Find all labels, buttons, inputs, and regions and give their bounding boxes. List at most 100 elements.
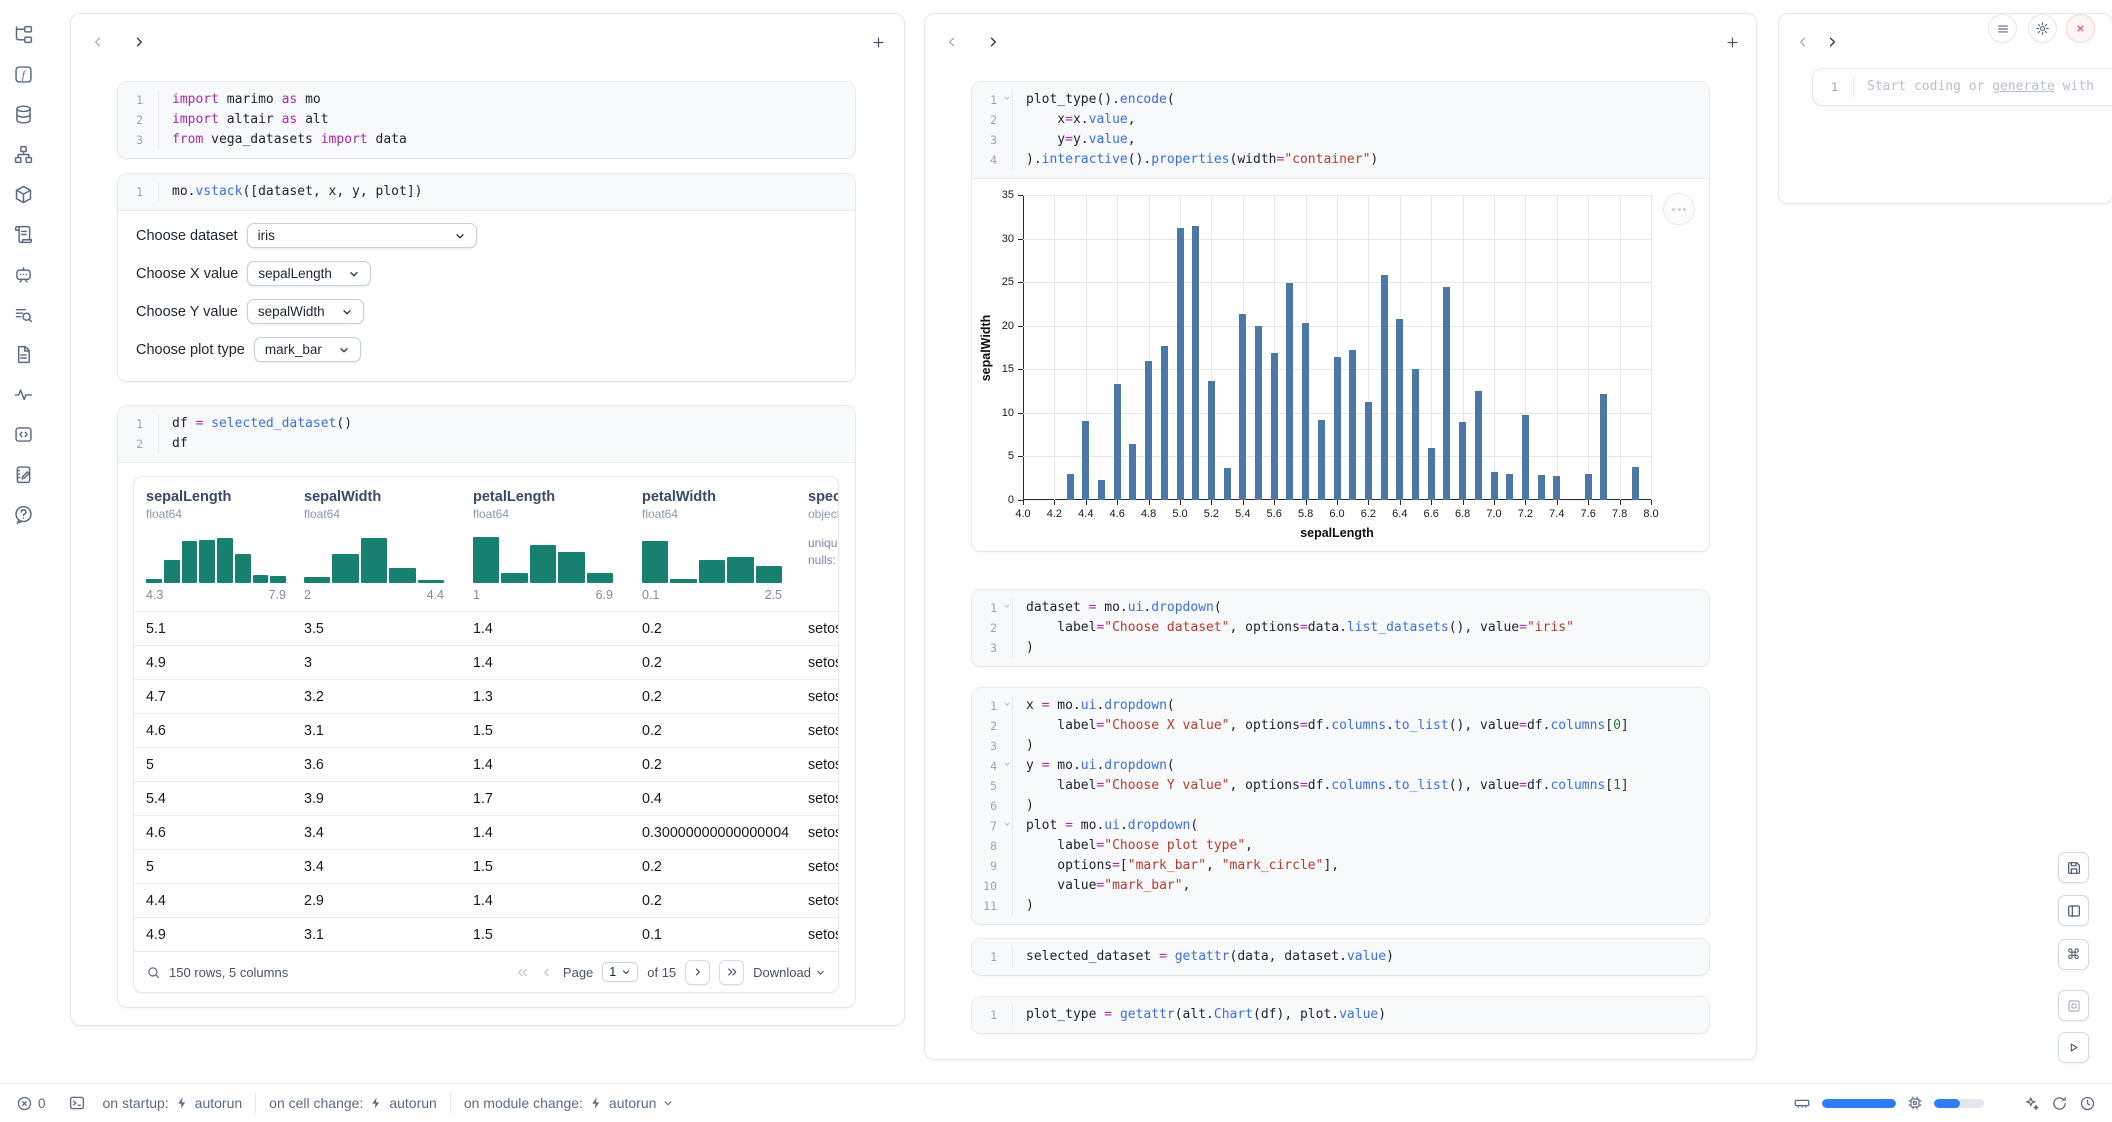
code-line[interactable]: plot_type = getattr(alt.Chart(df), plot.… — [1012, 1005, 1386, 1025]
column-name[interactable]: petalLength — [473, 489, 630, 505]
x-value-select[interactable]: sepalLength — [247, 261, 371, 286]
sidebar-item-snippets[interactable] — [10, 421, 36, 447]
code-line[interactable]: ) — [1012, 638, 1034, 658]
column-name[interactable]: species — [808, 489, 838, 505]
code-line[interactable]: import altair as alt — [158, 110, 329, 130]
previous-page-button[interactable] — [539, 965, 554, 980]
run-all-button[interactable] — [2058, 1032, 2089, 1063]
settings-button[interactable] — [2028, 14, 2057, 43]
page-select[interactable]: 1 — [602, 962, 638, 982]
table-row[interactable]: 4.63.11.50.2setosa — [134, 713, 838, 747]
sidebar-item-ai-chat[interactable] — [10, 261, 36, 287]
code-line[interactable]: x=x.value, — [1012, 110, 1136, 130]
code-editor[interactable]: 1dataset = mo.ui.dropdown(2 label="Choos… — [972, 590, 1709, 666]
sidebar-item-documentation[interactable] — [10, 341, 36, 367]
runtime-config-on-startup[interactable]: on startup:autorun — [103, 1095, 243, 1111]
chevron-left-icon[interactable] — [91, 35, 105, 49]
plot-type-select[interactable]: mark_bar — [254, 337, 361, 362]
sidebar-item-scratchpad[interactable] — [10, 461, 36, 487]
code-line[interactable]: y = mo.ui.dropdown( — [1012, 756, 1175, 776]
sidebar-item-file-tree[interactable] — [10, 21, 36, 47]
code-line[interactable]: value="mark_bar", — [1012, 876, 1190, 896]
code-line[interactable]: df — [158, 434, 188, 454]
code-line[interactable]: from vega_datasets import data — [158, 130, 407, 150]
history-button[interactable] — [2079, 1095, 2096, 1112]
code-line[interactable]: selected_dataset = getattr(data, dataset… — [1012, 947, 1394, 967]
code-placeholder[interactable]: Start coding or generate with — [1853, 77, 2094, 97]
code-line[interactable]: x = mo.ui.dropdown( — [1012, 696, 1175, 716]
table-row[interactable]: 53.41.50.2setosa — [134, 849, 838, 883]
table-row[interactable]: 4.42.91.40.2setosa — [134, 883, 838, 917]
error-count-button[interactable]: 0 — [16, 1095, 46, 1112]
chevron-right-icon[interactable] — [132, 35, 146, 49]
code-editor[interactable]: 1selected_dataset = getattr(data, datase… — [972, 939, 1709, 975]
keyboard-shortcuts-button[interactable]: ⌘ — [2058, 939, 2089, 970]
code-line[interactable]: plot_type().encode( — [1012, 90, 1175, 110]
table-row[interactable]: 5.43.91.70.4setosa — [134, 781, 838, 815]
sidebar-item-dependency-graph[interactable] — [10, 141, 36, 167]
cpu-usage-meter[interactable] — [1934, 1099, 1984, 1108]
sidebar-item-help[interactable] — [10, 501, 36, 527]
code-line[interactable]: label="Choose Y value", options=df.colum… — [1012, 776, 1629, 796]
code-line[interactable]: ) — [1012, 796, 1034, 816]
memory-usage-meter[interactable] — [1822, 1099, 1896, 1108]
runtime-config-on-cell-change[interactable]: on cell change:autorun — [269, 1095, 437, 1111]
table-row[interactable]: 4.73.21.30.2setosa — [134, 679, 838, 713]
sidebar-item-functions[interactable]: f — [10, 61, 36, 87]
altair-chart[interactable]: 051015202530354.04.24.44.64.85.05.25.45.… — [972, 179, 1709, 551]
code-editor[interactable]: 1mo.vstack([dataset, x, y, plot]) — [118, 174, 855, 210]
restart-kernel-button[interactable] — [2051, 1095, 2068, 1112]
generate-with-ai-link[interactable]: generate — [1992, 79, 2055, 94]
table-row[interactable]: 4.63.41.40.30000000000000004setosa — [134, 815, 838, 849]
chevron-right-icon[interactable] — [1825, 35, 1839, 49]
sidebar-item-tracing[interactable] — [10, 381, 36, 407]
fold-chevron-icon[interactable] — [1003, 760, 1011, 768]
code-line[interactable]: y=y.value, — [1012, 130, 1136, 150]
fold-chevron-icon[interactable] — [1003, 602, 1011, 610]
code-editor[interactable]: 1df = selected_dataset()2df — [118, 406, 855, 462]
code-editor[interactable]: 1import marimo as mo2import altair as al… — [118, 82, 855, 158]
runtime-config-on-module-change[interactable]: on module change:autorun — [464, 1095, 675, 1111]
sidebar-item-outline[interactable] — [10, 301, 36, 327]
sidebar-item-database[interactable] — [10, 101, 36, 127]
code-editor[interactable]: 1plot_type().encode(2 x=x.value,3 y=y.va… — [972, 82, 1709, 178]
fold-chevron-icon[interactable] — [1003, 94, 1011, 102]
code-editor[interactable]: 1x = mo.ui.dropdown(2 label="Choose X va… — [972, 688, 1709, 924]
first-page-button[interactable] — [515, 965, 530, 980]
fold-chevron-icon[interactable] — [1003, 820, 1011, 828]
search-icon[interactable] — [146, 965, 161, 980]
code-line[interactable]: ) — [1012, 896, 1034, 916]
notebook-menu-button[interactable] — [1988, 14, 2017, 43]
shutdown-button[interactable] — [2066, 14, 2095, 43]
download-button[interactable]: Download — [753, 965, 826, 980]
table-row[interactable]: 53.61.40.2setosa — [134, 747, 838, 781]
code-line[interactable]: import marimo as mo — [158, 90, 321, 110]
code-line[interactable]: label="Choose plot type", — [1012, 836, 1253, 856]
column-name[interactable]: sepalWidth — [304, 489, 461, 505]
table-row[interactable]: 4.93.11.50.1setosa — [134, 917, 838, 951]
sidebar-item-logs[interactable] — [10, 221, 36, 247]
code-line[interactable]: plot = mo.ui.dropdown( — [1012, 816, 1198, 836]
column-name[interactable]: sepalLength — [146, 489, 292, 505]
code-line[interactable]: ) — [1012, 736, 1034, 756]
table-row[interactable]: 4.931.40.2setosa — [134, 645, 838, 679]
code-line[interactable]: options=["mark_bar", "mark_circle"], — [1012, 856, 1339, 876]
export-button[interactable] — [2058, 852, 2089, 883]
ai-assistant-button[interactable] — [2023, 1095, 2040, 1112]
chevron-right-icon[interactable] — [986, 35, 1000, 49]
chevron-left-icon[interactable] — [1796, 35, 1810, 49]
last-page-button[interactable] — [719, 960, 744, 985]
code-line[interactable]: dataset = mo.ui.dropdown( — [1012, 598, 1222, 618]
code-line[interactable]: ).interactive().properties(width="contai… — [1012, 150, 1378, 170]
column-name[interactable]: petalWidth — [642, 489, 796, 505]
chevron-left-icon[interactable] — [945, 35, 959, 49]
next-page-button[interactable] — [685, 960, 710, 985]
fold-chevron-icon[interactable] — [1003, 700, 1011, 708]
code-line[interactable]: label="Choose X value", options=df.colum… — [1012, 716, 1629, 736]
chart-actions-icon[interactable] — [1663, 193, 1695, 225]
sidebar-item-packages[interactable] — [10, 181, 36, 207]
table-row[interactable]: 5.13.51.40.2setosa — [134, 611, 838, 645]
add-cell-icon[interactable] — [871, 35, 886, 50]
code-line[interactable]: label="Choose dataset", options=data.lis… — [1012, 618, 1574, 638]
layout-toggle-button[interactable] — [2058, 895, 2089, 926]
